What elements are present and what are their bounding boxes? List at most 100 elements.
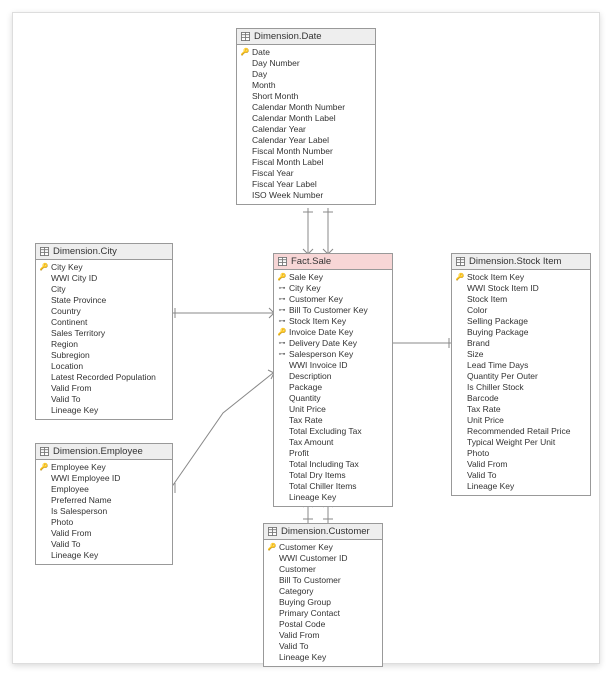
column-item[interactable]: City	[36, 284, 172, 295]
column-item[interactable]: WWI Customer ID	[264, 553, 382, 564]
column-label: Short Month	[252, 91, 298, 102]
table-header: Fact.Sale	[274, 254, 392, 270]
column-item[interactable]: Valid From	[36, 528, 172, 539]
column-item[interactable]: Tax Rate	[452, 404, 590, 415]
column-item[interactable]: Calendar Year Label	[237, 135, 375, 146]
column-item[interactable]: Primary Contact	[264, 608, 382, 619]
column-item[interactable]: Brand	[452, 338, 590, 349]
column-item[interactable]: Bill To Customer	[264, 575, 382, 586]
column-item[interactable]: WWI City ID	[36, 273, 172, 284]
column-item[interactable]: Short Month	[237, 91, 375, 102]
column-item[interactable]: Day Number	[237, 58, 375, 69]
column-item[interactable]: WWI Invoice ID	[274, 360, 392, 371]
column-item[interactable]: Preferred Name	[36, 495, 172, 506]
column-item[interactable]: Unit Price	[274, 404, 392, 415]
column-item[interactable]: Color	[452, 305, 590, 316]
column-item[interactable]: Employee	[36, 484, 172, 495]
column-item[interactable]: Region	[36, 339, 172, 350]
column-item[interactable]: Fiscal Month Label	[237, 157, 375, 168]
column-item[interactable]: Lineage Key	[36, 405, 172, 416]
column-item[interactable]: Stock Item	[452, 294, 590, 305]
table-dimension-customer[interactable]: Dimension.Customer 🔑Customer KeyWWI Cust…	[263, 523, 383, 667]
column-item[interactable]: Location	[36, 361, 172, 372]
column-item[interactable]: Valid To	[452, 470, 590, 481]
column-item[interactable]: ⊶Customer Key	[274, 294, 392, 305]
column-item[interactable]: Total Dry Items	[274, 470, 392, 481]
column-item[interactable]: Fiscal Year	[237, 168, 375, 179]
column-item[interactable]: WWI Stock Item ID	[452, 283, 590, 294]
column-item[interactable]: ⊶Salesperson Key	[274, 349, 392, 360]
column-item[interactable]: Postal Code	[264, 619, 382, 630]
column-item[interactable]: Recommended Retail Price	[452, 426, 590, 437]
column-item[interactable]: 🔑Invoice Date Key	[274, 327, 392, 338]
column-item[interactable]: Tax Rate	[274, 415, 392, 426]
column-item[interactable]: Total Excluding Tax	[274, 426, 392, 437]
column-item[interactable]: ⊶Delivery Date Key	[274, 338, 392, 349]
column-item[interactable]: Lineage Key	[36, 550, 172, 561]
column-item[interactable]: 🔑Customer Key	[264, 542, 382, 553]
table-dimension-city[interactable]: Dimension.City 🔑City KeyWWI City IDCityS…	[35, 243, 173, 420]
column-item[interactable]: Valid To	[36, 539, 172, 550]
column-item[interactable]: Day	[237, 69, 375, 80]
column-item[interactable]: ISO Week Number	[237, 190, 375, 201]
column-item[interactable]: Fiscal Year Label	[237, 179, 375, 190]
column-item[interactable]: Is Chiller Stock	[452, 382, 590, 393]
column-item[interactable]: Continent	[36, 317, 172, 328]
column-item[interactable]: Lineage Key	[274, 492, 392, 503]
column-item[interactable]: ⊶Stock Item Key	[274, 316, 392, 327]
column-item[interactable]: Calendar Year	[237, 124, 375, 135]
column-item[interactable]: Quantity	[274, 393, 392, 404]
column-item[interactable]: Country	[36, 306, 172, 317]
column-item[interactable]: 🔑Employee Key	[36, 462, 172, 473]
column-item[interactable]: Buying Package	[452, 327, 590, 338]
column-item[interactable]: Buying Group	[264, 597, 382, 608]
column-item[interactable]: Total Including Tax	[274, 459, 392, 470]
column-item[interactable]: Lineage Key	[264, 652, 382, 663]
column-item[interactable]: Customer	[264, 564, 382, 575]
column-item[interactable]: Tax Amount	[274, 437, 392, 448]
column-item[interactable]: State Province	[36, 295, 172, 306]
column-item[interactable]: Valid From	[36, 383, 172, 394]
table-dimension-employee[interactable]: Dimension.Employee 🔑Employee KeyWWI Empl…	[35, 443, 173, 565]
column-item[interactable]: Typical Weight Per Unit	[452, 437, 590, 448]
column-item[interactable]: 🔑Sale Key	[274, 272, 392, 283]
column-item[interactable]: Calendar Month Label	[237, 113, 375, 124]
column-item[interactable]: Size	[452, 349, 590, 360]
column-item[interactable]: Valid From	[452, 459, 590, 470]
column-item[interactable]: ⊶Bill To Customer Key	[274, 305, 392, 316]
column-item[interactable]: Barcode	[452, 393, 590, 404]
column-item[interactable]: Description	[274, 371, 392, 382]
column-item[interactable]: Lead Time Days	[452, 360, 590, 371]
column-item[interactable]: Photo	[36, 517, 172, 528]
column-item[interactable]: WWI Employee ID	[36, 473, 172, 484]
column-item[interactable]: Sales Territory	[36, 328, 172, 339]
column-label: Bill To Customer Key	[289, 305, 368, 316]
column-item[interactable]: Calendar Month Number	[237, 102, 375, 113]
column-item[interactable]: Package	[274, 382, 392, 393]
column-item[interactable]: Lineage Key	[452, 481, 590, 492]
table-dimension-date[interactable]: Dimension.Date 🔑DateDay NumberDayMonthSh…	[236, 28, 376, 205]
column-item[interactable]: Profit	[274, 448, 392, 459]
column-item[interactable]: Valid To	[36, 394, 172, 405]
column-item[interactable]: Unit Price	[452, 415, 590, 426]
column-item[interactable]: 🔑Stock Item Key	[452, 272, 590, 283]
table-dimension-stock-item[interactable]: Dimension.Stock Item 🔑Stock Item KeyWWI …	[451, 253, 591, 496]
column-label: Latest Recorded Population	[51, 372, 156, 383]
column-item[interactable]: Total Chiller Items	[274, 481, 392, 492]
column-item[interactable]: 🔑Date	[237, 47, 375, 58]
column-item[interactable]: Is Salesperson	[36, 506, 172, 517]
column-item[interactable]: Latest Recorded Population	[36, 372, 172, 383]
column-item[interactable]: Valid From	[264, 630, 382, 641]
column-item[interactable]: Category	[264, 586, 382, 597]
column-item[interactable]: Selling Package	[452, 316, 590, 327]
table-fact-sale[interactable]: Fact.Sale 🔑Sale Key⊶City Key⊶Customer Ke…	[273, 253, 393, 507]
column-item[interactable]: ⊶City Key	[274, 283, 392, 294]
column-item[interactable]: Quantity Per Outer	[452, 371, 590, 382]
column-item[interactable]: Valid To	[264, 641, 382, 652]
column-item[interactable]: 🔑City Key	[36, 262, 172, 273]
column-item[interactable]: Subregion	[36, 350, 172, 361]
column-item[interactable]: Fiscal Month Number	[237, 146, 375, 157]
column-item[interactable]: Month	[237, 80, 375, 91]
column-item[interactable]: Photo	[452, 448, 590, 459]
foreign-key-icon: ⊶	[278, 283, 286, 294]
